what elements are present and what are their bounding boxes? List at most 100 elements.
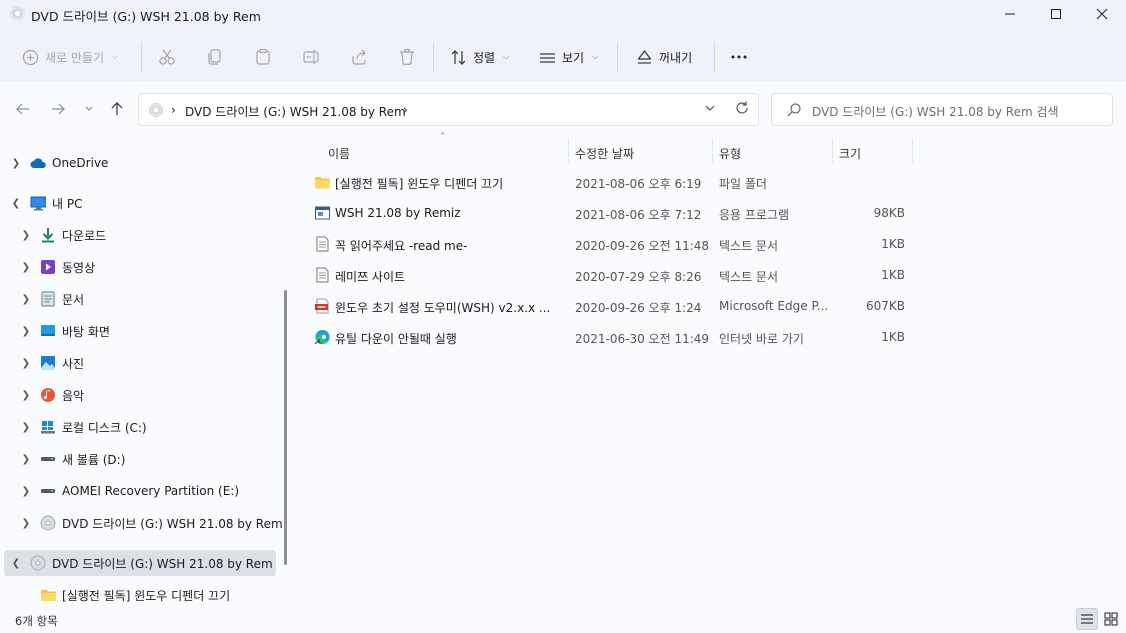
breadcrumb-separator-icon[interactable]: ›	[171, 103, 176, 117]
close-icon	[1096, 8, 1108, 20]
sidebar-item-recovery-e[interactable]: ❯ AOMEI Recovery Partition (E:)	[20, 478, 239, 504]
file-row[interactable]: 꼭 읽어주세요 -read me- 2020-09-26 오전 11:48 텍스…	[310, 230, 910, 258]
sidebar-item-downloads[interactable]: ❯ 다운로드	[20, 222, 106, 248]
chevron-right-icon[interactable]: ❯	[20, 326, 32, 337]
breadcrumb-item[interactable]: DVD 드라이브 (G:) WSH 21.08 by Rem	[185, 103, 406, 120]
maximize-button[interactable]	[1033, 0, 1079, 28]
file-row[interactable]: [실행전 필독] 윈도우 디펜더 끄기 2021-08-06 오후 6:19 파…	[310, 168, 910, 196]
column-header-size[interactable]: 크기	[839, 138, 861, 168]
file-name: WSH 21.08 by Remiz	[335, 206, 461, 220]
folder-icon	[315, 177, 330, 189]
breadcrumb-separator-icon[interactable]: ›	[403, 103, 408, 117]
chevron-right-icon[interactable]: ❯	[20, 518, 32, 529]
cloud-icon	[30, 155, 46, 171]
sidebar-item-label: DVD 드라이브 (G:) WSH 21.08 by Rem	[52, 556, 273, 571]
chevron-right-icon[interactable]: ❯	[10, 158, 22, 169]
minimize-icon	[1005, 13, 1015, 15]
minimize-button[interactable]	[987, 0, 1033, 28]
address-history-button[interactable]	[704, 102, 716, 117]
chevron-right-icon[interactable]: ❯	[20, 486, 32, 497]
sidebar-item-label: 사진	[62, 356, 85, 371]
column-header-name[interactable]: 이름	[328, 138, 350, 168]
sidebar-item-dvd-g[interactable]: ❯ DVD 드라이브 (G:) WSH 21.08 by Rem	[20, 510, 283, 536]
up-button[interactable]	[106, 98, 128, 120]
file-type: 텍스트 문서	[719, 270, 779, 284]
plus-circle-icon	[22, 49, 39, 65]
chevron-down-icon[interactable]: ❮	[10, 558, 22, 569]
sort-button[interactable]: 정렬 ⌵	[450, 45, 509, 69]
command-bar: 새로 만들기 ⌵ 정렬 ⌵ 보기 ⌵ 꺼내기	[0, 34, 1126, 80]
copy-button[interactable]	[206, 45, 224, 69]
column-divider[interactable]	[568, 138, 569, 162]
sidebar-item-local-disk-c[interactable]: ❯ 로컬 디스크 (C:)	[20, 414, 147, 440]
sidebar-item-pictures[interactable]: ❯ 사진	[20, 350, 84, 376]
sidebar-item-label: 새 볼륨 (D:)	[62, 452, 126, 467]
column-divider[interactable]	[912, 138, 913, 162]
chevron-right-icon[interactable]: ❯	[20, 294, 32, 305]
text-file-icon	[316, 267, 329, 283]
download-icon	[40, 227, 56, 243]
sidebar-item-label: OneDrive	[52, 156, 109, 170]
column-divider[interactable]	[832, 138, 833, 162]
back-button[interactable]	[12, 98, 34, 120]
file-date: 2020-09-26 오전 11:48	[575, 239, 710, 253]
paste-button[interactable]	[254, 45, 272, 69]
column-divider[interactable]	[712, 138, 713, 162]
chevron-down-icon[interactable]: ❮	[10, 198, 22, 209]
share-button[interactable]	[350, 45, 368, 69]
video-icon	[40, 259, 56, 275]
chevron-right-icon[interactable]: ❯	[20, 230, 32, 241]
toolbar-divider	[617, 42, 618, 72]
sidebar-item-documents[interactable]: ❯ 문서	[20, 286, 84, 312]
scissors-icon	[159, 49, 175, 65]
sidebar-scrollbar[interactable]	[284, 290, 287, 565]
chevron-right-icon[interactable]: ❯	[20, 390, 32, 401]
sidebar-item-volume-d[interactable]: ❯ 새 볼륨 (D:)	[20, 446, 126, 472]
edge-icon	[314, 330, 330, 345]
sidebar-item-dvd-g-root[interactable]: ❮ DVD 드라이브 (G:) WSH 21.08 by Rem	[4, 550, 276, 576]
address-bar[interactable]: › DVD 드라이브 (G:) WSH 21.08 by Rem ›	[138, 93, 759, 126]
trash-icon	[400, 48, 414, 65]
chevron-right-icon[interactable]: ❯	[20, 454, 32, 465]
refresh-button[interactable]	[734, 100, 750, 120]
sidebar-item-music[interactable]: ❯ 음악	[20, 382, 84, 408]
dvd-icon	[40, 515, 56, 531]
more-options-button[interactable]	[730, 45, 748, 69]
chevron-right-icon[interactable]: ❯	[20, 422, 32, 433]
sidebar-item-defender-folder[interactable]: [실행전 필독] 윈도우 디펜더 끄기	[40, 582, 230, 608]
sidebar-item-this-pc[interactable]: ❮ 내 PC	[10, 190, 82, 216]
sidebar-item-desktop[interactable]: ❯ 바탕 화면	[20, 318, 110, 344]
file-type: 파일 폴더	[719, 177, 767, 191]
close-button[interactable]	[1079, 0, 1125, 28]
drive-icon	[40, 483, 56, 499]
rename-button[interactable]	[302, 45, 320, 69]
navigation-pane: ❯ OneDrive ❮ 내 PC ❯ 다운로드 ❯ 동영상 ❯ 문서 ❯ 바탕…	[0, 140, 292, 610]
file-row[interactable]: WSH 21.08 by Remiz 2021-08-06 오후 7:12 응용…	[310, 199, 910, 227]
file-row[interactable]: 윈도우 초기 설정 도우미(WSH) v2.x.x ... 2020-09-26…	[310, 292, 910, 320]
file-name: 레미쯔 사이트	[335, 270, 406, 284]
file-row[interactable]: 레미쯔 사이트 2020-07-29 오후 8:26 텍스트 문서 1KB	[310, 261, 910, 289]
tiles-view-button[interactable]	[1100, 608, 1122, 630]
sort-button-label: 정렬	[473, 50, 496, 65]
sidebar-item-videos[interactable]: ❯ 동영상	[20, 254, 95, 280]
recent-locations-button[interactable]	[78, 98, 100, 120]
search-box[interactable]: DVD 드라이브 (G:) WSH 21.08 by Rem 검색	[771, 93, 1113, 126]
new-button[interactable]: 새로 만들기 ⌵	[22, 45, 118, 69]
details-view-button[interactable]	[1076, 608, 1098, 630]
pdf-icon	[315, 298, 329, 314]
toolbar-divider	[141, 42, 142, 72]
file-size: 1KB	[881, 268, 905, 282]
chevron-right-icon[interactable]: ❯	[20, 358, 32, 369]
maximize-icon	[1051, 9, 1061, 19]
chevron-right-icon[interactable]: ❯	[20, 262, 32, 273]
column-header-type[interactable]: 유형	[719, 138, 741, 168]
view-button[interactable]: 보기 ⌵	[539, 45, 598, 69]
delete-button[interactable]	[398, 45, 416, 69]
sidebar-item-onedrive[interactable]: ❯ OneDrive	[10, 150, 109, 176]
file-date: 2020-09-26 오후 1:24	[575, 301, 702, 315]
file-row[interactable]: 유틸 다운이 안될때 실행 2021-06-30 오전 11:49 인터넷 바로…	[310, 323, 910, 351]
column-header-date[interactable]: 수정한 날짜	[575, 138, 634, 168]
cut-button[interactable]	[158, 45, 176, 69]
forward-button[interactable]	[47, 98, 69, 120]
eject-button[interactable]: 꺼내기	[636, 45, 692, 69]
